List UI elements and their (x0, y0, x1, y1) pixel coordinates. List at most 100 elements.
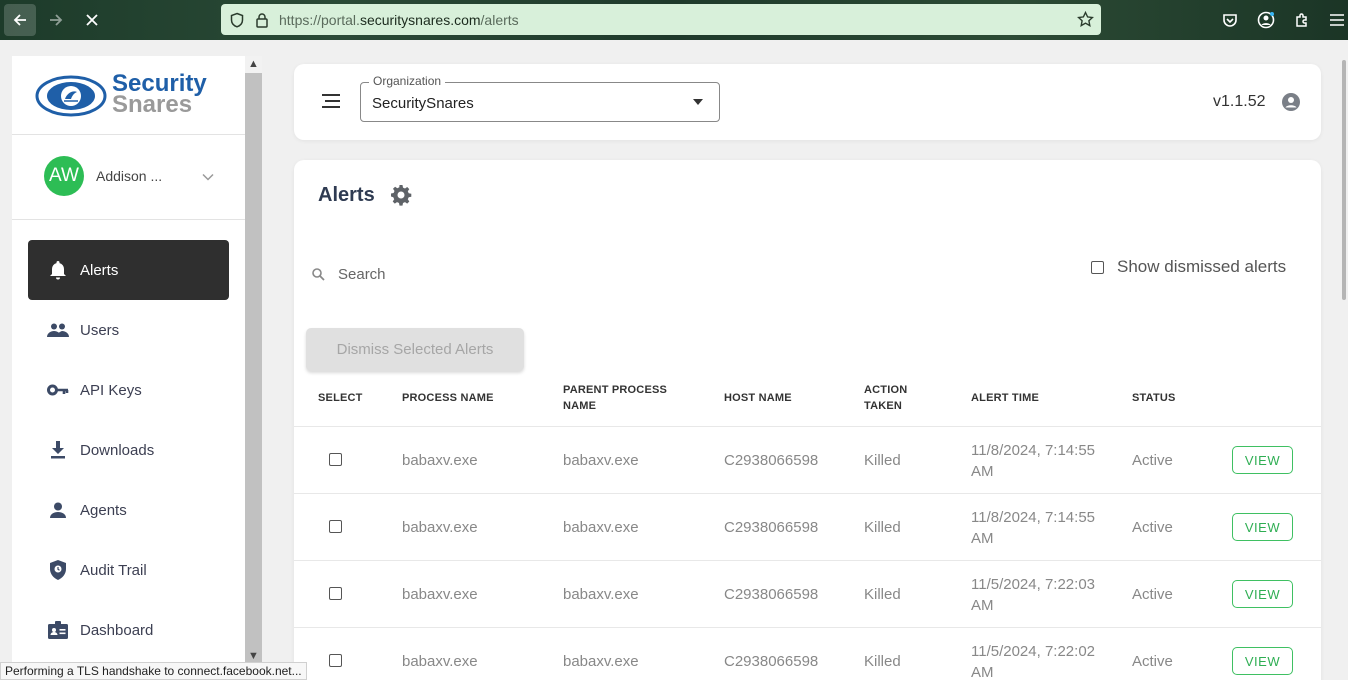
host-name-cell: C2938066598 (724, 586, 819, 603)
scrollbar-thumb[interactable] (245, 73, 262, 668)
logo-text-snares: Snares (112, 91, 193, 118)
sidebar-item-agents[interactable]: Agents (28, 480, 229, 540)
pocket-icon[interactable] (1220, 10, 1240, 30)
status-cell: Active (1132, 519, 1173, 536)
alert-time-cell: 11/5/2024, 7:22:03 AM (971, 576, 1095, 614)
action-taken-cell: Killed (864, 586, 901, 603)
search-bar (312, 266, 638, 283)
page-scrollbar[interactable] (1340, 40, 1348, 680)
url-text: https://portal.securitysnares.com/alerts (279, 11, 519, 28)
parent-process-cell: babaxv.exe (563, 586, 639, 603)
alert-time-cell: 11/8/2024, 7:14:55 AM (971, 442, 1095, 480)
lock-icon[interactable] (255, 12, 271, 28)
parent-process-cell: babaxv.exe (563, 519, 639, 536)
show-dismissed-checkbox[interactable] (1091, 260, 1104, 274)
process-name-cell: babaxv.exe (402, 452, 478, 469)
avatar: AW (44, 156, 84, 196)
scroll-down-arrow-icon[interactable]: ▼ (248, 650, 259, 662)
column-header-action-taken[interactable]: ACTION TAKEN (864, 382, 924, 414)
sidebar-item-downloads[interactable]: Downloads (28, 420, 229, 480)
account-circle-icon[interactable] (1281, 92, 1301, 117)
host-name-cell: C2938066598 (724, 519, 819, 536)
extensions-icon[interactable] (1292, 10, 1312, 30)
address-bar[interactable]: https://portal.securitysnares.com/alerts (221, 4, 1101, 35)
hamburger-menu-icon[interactable] (1327, 10, 1347, 30)
row-checkbox[interactable] (329, 587, 342, 600)
search-icon (312, 268, 326, 282)
alert-time-cell: 11/5/2024, 7:22:02 AM (971, 643, 1095, 680)
sidebar-item-audit-trail[interactable]: Audit Trail (28, 540, 229, 600)
gear-icon[interactable] (390, 184, 412, 211)
sidebar-item-label: Downloads (80, 441, 155, 459)
back-button[interactable] (4, 4, 36, 36)
sidebar-item-label: Users (80, 321, 120, 339)
top-header: Organization SecuritySnares v1.1.52 (294, 64, 1321, 140)
person-icon (47, 499, 69, 521)
sidebar: Security Snares AW Addison ... Alerts Us… (12, 56, 245, 680)
scrollbar-thumb[interactable] (1342, 60, 1346, 300)
column-header-process-name[interactable]: PROCESS NAME (402, 390, 494, 406)
row-divider (294, 426, 1321, 427)
account-circle-icon[interactable] (1256, 10, 1276, 30)
dismiss-selected-button[interactable]: Dismiss Selected Alerts (306, 328, 524, 371)
close-icon (86, 14, 98, 26)
sidebar-item-dashboard[interactable]: Dashboard (28, 600, 229, 660)
alert-time-cell: 11/8/2024, 7:14:55 AM (971, 509, 1095, 547)
bookmark-star-icon[interactable] (1077, 10, 1094, 33)
process-name-cell: babaxv.exe (402, 586, 478, 603)
user-menu[interactable]: AW Addison ... (44, 156, 224, 196)
organization-label: Organization (369, 74, 446, 88)
status-cell: Active (1132, 452, 1173, 469)
stop-button[interactable] (76, 4, 108, 36)
browser-toolbar: https://portal.securitysnares.com/alerts (0, 0, 1348, 40)
sidebar-item-api-keys[interactable]: API Keys (28, 360, 229, 420)
parent-process-cell: babaxv.exe (563, 452, 639, 469)
row-checkbox[interactable] (329, 520, 342, 533)
arrow-left-icon (13, 14, 26, 26)
scroll-up-arrow-icon[interactable]: ▲ (248, 58, 259, 70)
column-header-select[interactable]: SELECT (318, 390, 363, 406)
chevron-down-icon (202, 168, 214, 186)
sidebar-item-label: Alerts (80, 261, 119, 279)
tracking-shield-icon[interactable] (229, 12, 245, 28)
process-name-cell: babaxv.exe (402, 653, 478, 670)
page-title: Alerts (318, 184, 375, 206)
column-header-host-name[interactable]: HOST NAME (724, 390, 792, 406)
forward-button[interactable] (40, 4, 72, 36)
view-button[interactable]: VIEW (1232, 580, 1293, 608)
column-header-alert-time[interactable]: ALERT TIME (971, 390, 1039, 406)
status-cell: Active (1132, 653, 1173, 670)
alerts-panel: Alerts Show dismissed alerts Dismiss Sel… (294, 160, 1321, 680)
sidebar-item-label: API Keys (80, 381, 142, 399)
column-header-status[interactable]: STATUS (1132, 390, 1176, 406)
column-header-parent-process-name[interactable]: PARENT PROCESS NAME (563, 382, 683, 414)
row-checkbox[interactable] (329, 654, 342, 667)
row-divider (294, 493, 1321, 494)
show-dismissed-toggle[interactable]: Show dismissed alerts (1091, 257, 1286, 277)
user-name: Addison ... (96, 168, 163, 184)
bell-icon (47, 259, 69, 281)
view-button[interactable]: VIEW (1232, 647, 1293, 675)
organization-value: SecuritySnares (372, 95, 474, 112)
sidebar-item-users[interactable]: Users (28, 300, 229, 360)
row-checkbox[interactable] (329, 453, 342, 466)
view-button[interactable]: VIEW (1232, 446, 1293, 474)
caret-down-icon (693, 99, 703, 105)
shield-icon (47, 559, 69, 581)
sidebar-item-label: Dashboard (80, 621, 154, 639)
search-input[interactable] (338, 266, 638, 283)
process-name-cell: babaxv.exe (402, 519, 478, 536)
menu-toggle-icon[interactable] (322, 94, 340, 113)
host-name-cell: C2938066598 (724, 452, 819, 469)
action-taken-cell: Killed (864, 519, 901, 536)
sidebar-scrollbar[interactable]: ▲ ▼ (245, 56, 262, 680)
host-name-cell: C2938066598 (724, 653, 819, 670)
sidebar-item-alerts[interactable]: Alerts (28, 240, 229, 300)
show-dismissed-label: Show dismissed alerts (1117, 257, 1287, 276)
action-taken-cell: Killed (864, 653, 901, 670)
users-icon (47, 319, 69, 341)
security-snares-logo[interactable]: Security Snares (34, 70, 224, 132)
divider (12, 134, 245, 135)
view-button[interactable]: VIEW (1232, 513, 1293, 541)
organization-select[interactable]: Organization SecuritySnares (360, 74, 720, 122)
